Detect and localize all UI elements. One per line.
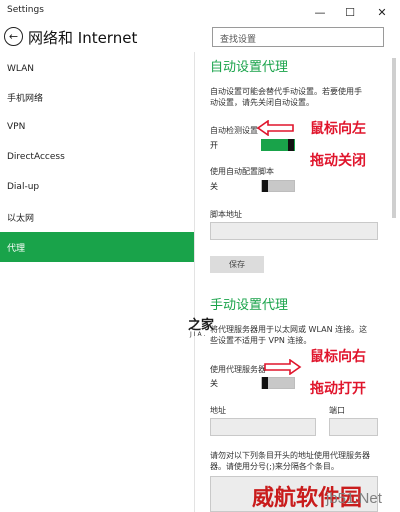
proxy-port-label: 端口: [329, 406, 345, 415]
sidebar-item-label: 手机网络: [7, 93, 44, 104]
proxy-settings: 自动设置代理 自动设置可能会替代手动设置。若要使用手 动设置，请先关闭自动设置。…: [195, 52, 400, 512]
left-arrow-icon: [256, 120, 294, 136]
search-input[interactable]: 查找设置: [212, 27, 384, 47]
sidebar-item-directaccess[interactable]: DirectAccess: [0, 142, 194, 172]
proxy-address-label: 地址: [210, 406, 226, 415]
sidebar-item-label: WLAN: [7, 64, 35, 74]
toggle-knob: [262, 180, 268, 192]
page-title: 网络和 Internet: [28, 29, 138, 47]
sidebar-item-vpn[interactable]: VPN: [0, 112, 194, 142]
sidebar-item-wlan[interactable]: WLAN: [0, 56, 194, 82]
title-bar: Settings — ☐ ✕: [0, 0, 400, 24]
use-proxy-label: 使用代理服务器: [210, 365, 266, 374]
proxy-port-input[interactable]: [329, 418, 378, 436]
toggle-knob: [288, 139, 294, 151]
back-arrow-icon: ←: [8, 30, 19, 43]
proxy-address-input[interactable]: [210, 418, 316, 436]
auto-proxy-desc-line1: 自动设置可能会替代手动设置。若要使用手: [210, 87, 362, 96]
auto-proxy-title: 自动设置代理: [210, 60, 289, 75]
sidebar-item-label: DirectAccess: [7, 152, 65, 162]
detect-settings-state: 开: [210, 141, 218, 150]
exceptions-desc-line1: 请勿对以下列条目开头的地址使用代理服务器: [210, 451, 370, 460]
detect-settings-toggle[interactable]: [261, 139, 295, 151]
sidebar-item-dialup[interactable]: Dial-up: [0, 172, 194, 202]
close-button[interactable]: ✕: [368, 0, 396, 24]
back-button[interactable]: ←: [4, 27, 23, 46]
script-address-label: 脚本地址: [210, 210, 242, 219]
sidebar-item-label: VPN: [7, 122, 26, 132]
detect-settings-label: 自动检测设置: [210, 126, 258, 135]
setup-script-state: 关: [210, 182, 218, 191]
watermark-url: jb51.Net: [326, 490, 382, 507]
annotation-drag-left-line2: 拖动关闭: [310, 153, 366, 169]
script-address-input[interactable]: [210, 222, 378, 240]
setup-script-toggle[interactable]: [261, 180, 295, 192]
auto-proxy-desc-line2: 动设置，请先关闭自动设置。: [210, 98, 314, 107]
annotation-drag-left-line1: 鼠标向左: [310, 121, 366, 137]
manual-proxy-desc-line1: 将代理服务器用于以太网或 WLAN 连接。这: [210, 325, 368, 334]
setup-script-label: 使用自动配置脚本: [210, 167, 274, 176]
save-button[interactable]: 保存: [210, 256, 264, 273]
sidebar-item-label: 以太网: [7, 213, 35, 224]
manual-proxy-desc-line2: 些设置不适用于 VPN 连接。: [210, 336, 312, 345]
sidebar: WLAN 手机网络 VPN DirectAccess Dial-up 以太网 代…: [0, 56, 194, 512]
scrollbar[interactable]: [392, 58, 396, 218]
sidebar-item-mobile[interactable]: 手机网络: [0, 82, 194, 112]
use-proxy-state: 关: [210, 379, 218, 388]
right-arrow-icon: [264, 359, 302, 375]
sidebar-item-ethernet[interactable]: 以太网: [0, 202, 194, 232]
maximize-button[interactable]: ☐: [336, 0, 364, 24]
sidebar-item-label: Dial-up: [7, 182, 40, 192]
sidebar-item-proxy[interactable]: 代理: [0, 232, 194, 262]
use-proxy-toggle[interactable]: [261, 377, 295, 389]
sidebar-item-label: 代理: [7, 243, 26, 254]
annotation-drag-right-line1: 鼠标向右: [310, 349, 366, 365]
window-title: Settings: [7, 5, 44, 15]
exceptions-desc-line2: 器。请使用分号(;)来分隔各个条目。: [210, 462, 339, 471]
toggle-knob: [262, 377, 268, 389]
page-header: ← 网络和 Internet 查找设置: [0, 24, 400, 52]
minimize-button[interactable]: —: [306, 0, 334, 24]
manual-proxy-title: 手动设置代理: [210, 298, 289, 313]
watermark-logo-sub: JIA.: [190, 331, 208, 338]
annotation-drag-right-line2: 拖动打开: [310, 381, 366, 397]
